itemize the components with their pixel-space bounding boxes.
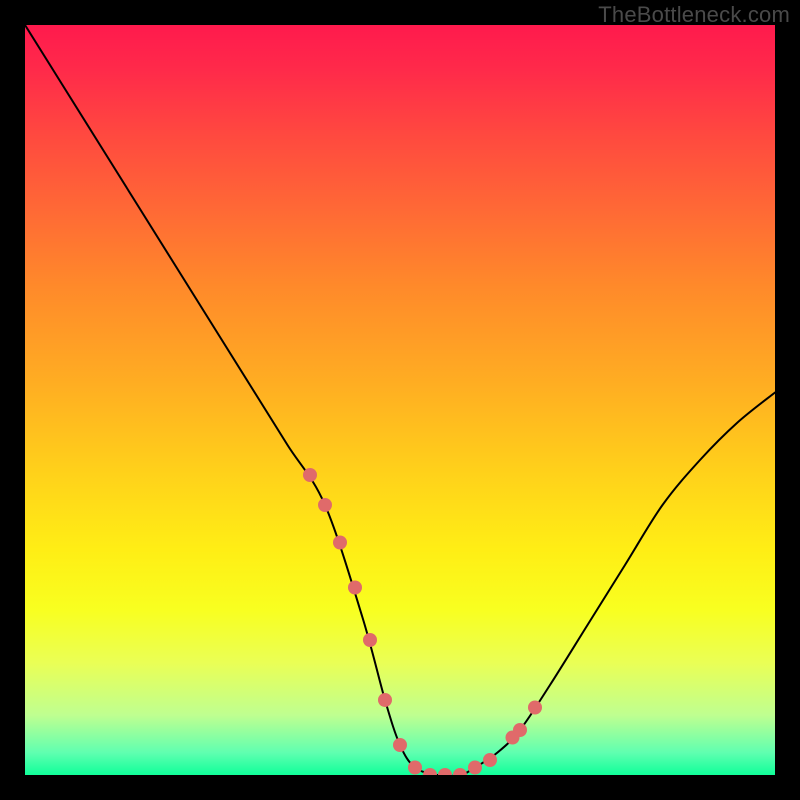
plot-area <box>25 25 775 775</box>
data-marker <box>506 731 520 745</box>
data-marker <box>378 693 392 707</box>
data-marker <box>303 468 317 482</box>
highlighted-range-markers <box>303 468 542 775</box>
data-marker <box>513 723 527 737</box>
data-marker <box>318 498 332 512</box>
data-marker <box>393 738 407 752</box>
data-marker <box>423 768 437 775</box>
data-marker <box>363 633 377 647</box>
data-marker <box>348 581 362 595</box>
chart-frame: TheBottleneck.com <box>0 0 800 800</box>
data-marker <box>528 701 542 715</box>
data-marker <box>333 536 347 550</box>
data-marker <box>453 768 467 775</box>
bottleneck-curve <box>25 25 775 775</box>
data-marker <box>483 753 497 767</box>
data-marker <box>438 768 452 775</box>
data-marker <box>408 761 422 775</box>
chart-svg <box>25 25 775 775</box>
data-marker <box>468 761 482 775</box>
